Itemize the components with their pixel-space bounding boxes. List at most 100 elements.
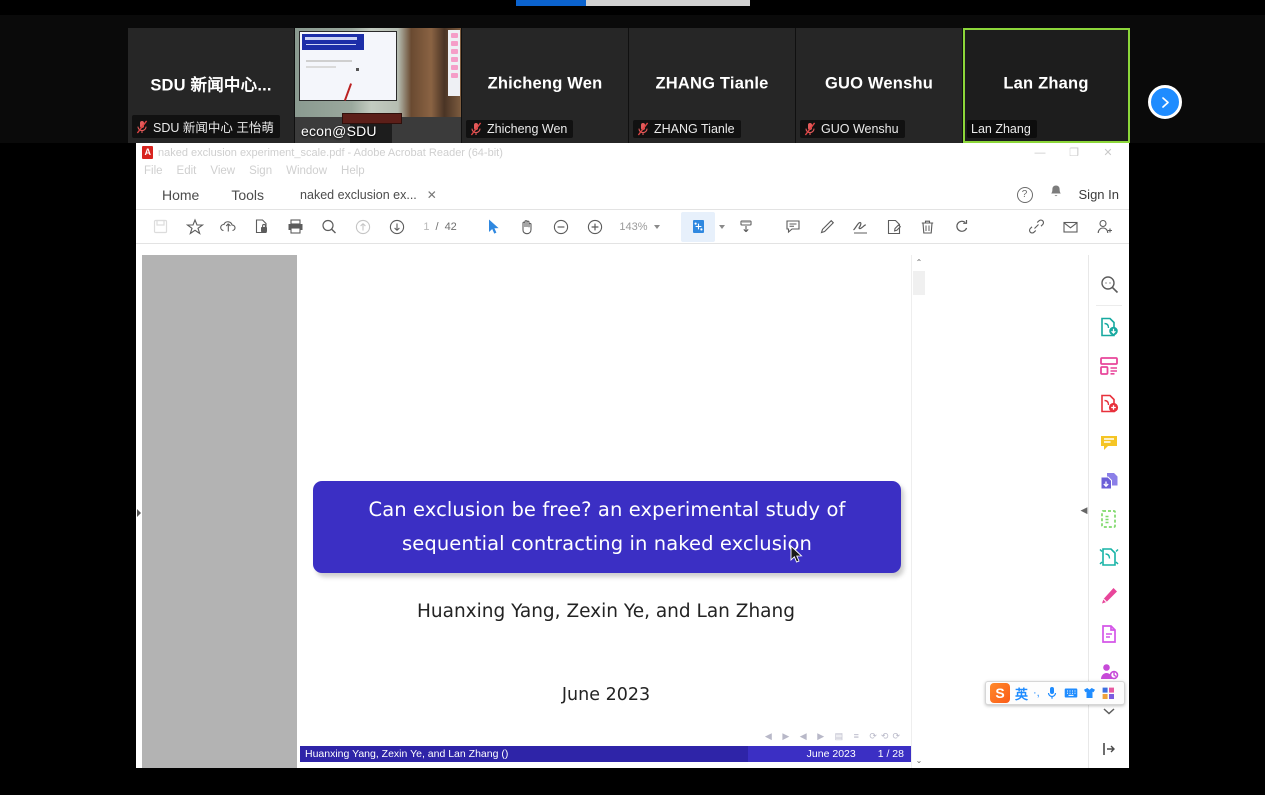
save-icon[interactable] [144,212,178,242]
page-fit-chevron-icon[interactable] [715,212,729,242]
slide-date: June 2023 [300,685,912,705]
sign-icon[interactable] [844,212,878,242]
skin-icon[interactable] [1083,686,1097,700]
star-icon[interactable] [178,212,212,242]
participant-display-name: Zhicheng Wen [462,74,628,93]
export-pdf-icon[interactable] [1089,308,1130,346]
zoom-in-icon[interactable] [578,212,612,242]
comment-icon[interactable] [776,212,810,242]
upload-cloud-icon[interactable] [211,212,245,242]
collapse-panel-icon[interactable] [1089,730,1130,768]
expand-nav-pane-button[interactable] [136,505,142,515]
slide-footer-page: 1 / 28 [878,748,904,760]
window-title-bar: naked exclusion experiment_scale.pdf - A… [136,143,1129,162]
voice-input-icon[interactable] [1045,686,1059,700]
window-title-text: naked exclusion experiment_scale.pdf - A… [158,147,503,159]
participant-display-name: GUO Wenshu [796,74,962,93]
participant-tile-4[interactable]: GUO Wenshu GUO Wenshu [796,28,963,143]
slide-authors: Huanxing Yang, Zexin Ye, and Lan Zhang [300,601,912,622]
participant-tile-5[interactable]: Lan ZhangLan Zhang [963,28,1130,143]
participant-tiles: SDU 新闻中心...SDU 新闻中心 王怡萌 econ@SDU Zhicheng … [128,28,1130,143]
page-total: 42 [445,221,457,233]
participant-name-overlay: econ@SDU [301,123,377,139]
link-icon[interactable] [1020,212,1054,242]
organize-pages-icon[interactable] [1089,347,1130,385]
create-pdf-icon[interactable] [1089,385,1130,423]
combine-files-icon[interactable] [1089,462,1130,500]
redact-icon[interactable] [1089,538,1130,576]
stamp-icon[interactable] [877,212,911,242]
chevron-down-icon[interactable] [654,225,660,229]
print-icon[interactable] [279,212,313,242]
minimize-button[interactable]: — [1023,143,1057,162]
comment-bubble-icon[interactable] [1089,423,1130,461]
search-magnifier-icon[interactable] [1089,265,1130,303]
black-margin-right [1129,143,1265,795]
zoom-level-control[interactable]: 143% [619,221,659,233]
menu-item-file[interactable]: File [144,165,171,177]
close-button[interactable]: ✕ [1091,143,1125,162]
page-fit-icon[interactable] [681,212,715,242]
menu-item-edit[interactable]: Edit [177,165,205,177]
page-down-icon[interactable] [380,212,414,242]
email-icon[interactable] [1054,212,1088,242]
help-icon[interactable]: ? [1017,187,1033,203]
window-controls: — ❐ ✕ [1023,143,1125,162]
next-participants-button[interactable] [1148,85,1182,119]
scan-ocr-icon[interactable] [1089,615,1130,653]
menu-item-sign[interactable]: Sign [249,165,280,177]
participant-tile-1[interactable]: econ@SDU [295,28,462,143]
soft-keyboard-icon[interactable] [1064,686,1078,700]
participant-name-label: GUO Wenshu [821,122,899,136]
participant-name-label: SDU 新闻中心 王怡萌 [153,117,274,136]
select-cursor-icon[interactable] [477,212,511,242]
tab-tools[interactable]: Tools [215,187,280,203]
mic-muted-icon [637,122,649,136]
menu-item-help[interactable]: Help [341,165,373,177]
ime-punctuation-icon[interactable]: ·, [1033,687,1040,699]
page-number-control[interactable]: 1 / 42 [423,221,456,233]
sogou-ime-toolbar[interactable]: S 英 ·, [985,681,1125,705]
hand-tool-icon[interactable] [510,212,544,242]
toolbox-icon[interactable] [1102,686,1116,700]
conference-filmstrip: SDU 新闻中心...SDU 新闻中心 王怡萌 econ@SDU Zhicheng … [0,15,1265,143]
scrollbar-thumb[interactable] [913,271,925,295]
beamer-nav-glyphs: ◀ ▶ ◀ ▶ ▤ ≡ ⟳⟲⟳ [765,731,904,742]
participant-tile-2[interactable]: Zhicheng WenZhicheng Wen [462,28,629,143]
add-person-icon[interactable] [1087,212,1121,242]
participant-tile-0[interactable]: SDU 新闻中心...SDU 新闻中心 王怡萌 [128,28,295,143]
page-current[interactable]: 1 [423,221,429,233]
protect-file-icon[interactable] [245,212,279,242]
scroll-mode-icon[interactable] [729,212,763,242]
sogou-logo-icon[interactable]: S [990,683,1010,703]
page-up-icon[interactable] [346,212,380,242]
scroll-up-button[interactable]: ⌃ [912,255,926,270]
slide-title-line1: Can exclusion be free? an experimental s… [369,498,846,521]
participant-name-label: ZHANG Tianle [654,122,735,136]
zoom-out-icon[interactable] [544,212,578,242]
ime-mode-label[interactable]: 英 [1015,684,1028,703]
collapse-tools-rail-button[interactable]: ◀ [1079,503,1089,517]
edit-pdf-icon[interactable] [1089,576,1130,614]
tab-home[interactable]: Home [146,187,215,203]
participant-name-label: Lan Zhang [971,122,1031,136]
main-toolbar: 1 / 42 143% [136,210,1129,244]
maximize-button[interactable]: ❐ [1057,143,1091,162]
sign-in-button[interactable]: Sign In [1079,187,1119,202]
highlight-icon[interactable] [810,212,844,242]
participant-tile-3[interactable]: ZHANG TianleZHANG Tianle [629,28,796,143]
menu-item-view[interactable]: View [210,165,243,177]
screen-root: SDU 新闻中心...SDU 新闻中心 王怡萌 econ@SDU Zhicheng … [0,0,1265,795]
menu-item-window[interactable]: Window [286,165,335,177]
notification-bell-icon[interactable] [1049,184,1063,205]
tab-document[interactable]: naked exclusion ex... ✕ [300,188,437,202]
compress-pdf-icon[interactable] [1089,500,1130,538]
rotate-icon[interactable] [945,212,979,242]
tab-close-icon[interactable]: ✕ [427,188,437,202]
scroll-down-button[interactable]: ⌄ [912,753,926,768]
zoom-search-icon[interactable] [312,212,346,242]
vertical-scrollbar[interactable]: ⌃ ⌄ [911,255,926,768]
delete-icon[interactable] [911,212,945,242]
black-margin-left [0,143,136,795]
slide-footer: Huanxing Yang, Zexin Ye, and Lan Zhang (… [300,746,912,762]
